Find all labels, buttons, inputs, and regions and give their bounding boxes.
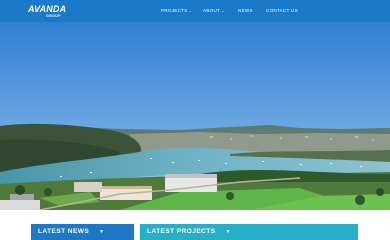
latest-news-label: LATEST NEWS <box>38 228 90 235</box>
chevron-down-icon: ⌄ <box>188 9 192 13</box>
caret-down-icon: ▼ <box>99 229 105 235</box>
caret-down-icon: ▼ <box>225 229 231 235</box>
nav-item-label: ABOUT <box>203 8 221 13</box>
nav-item-label: CONTACT US <box>266 8 298 13</box>
latest-news-button[interactable]: LATEST NEWS ▼ <box>31 224 134 240</box>
nav-item-projects[interactable]: PROJECTS⌄ <box>161 8 192 14</box>
nav-item-contact[interactable]: CONTACT US <box>266 8 298 14</box>
hero-image <box>0 22 390 210</box>
latest-projects-label: LATEST PROJECTS <box>147 228 216 235</box>
latest-projects-button[interactable]: LATEST PROJECTS ▼ <box>140 224 358 240</box>
latest-tiles: LATEST NEWS ▼ LATEST PROJECTS ▼ <box>0 210 390 240</box>
main-nav: PROJECTS⌄ ABOUT⌄ NEWS CONTACT US <box>0 0 390 22</box>
chevron-down-icon: ⌄ <box>221 9 225 13</box>
nav-item-label: PROJECTS <box>161 8 188 13</box>
nav-item-about[interactable]: ABOUT⌄ <box>203 8 224 14</box>
site-header: AVANDA GROUP PROJECTS⌄ ABOUT⌄ NEWS CONTA… <box>0 0 390 22</box>
nav-item-label: NEWS <box>238 8 253 13</box>
nav-item-news[interactable]: NEWS <box>238 8 253 14</box>
